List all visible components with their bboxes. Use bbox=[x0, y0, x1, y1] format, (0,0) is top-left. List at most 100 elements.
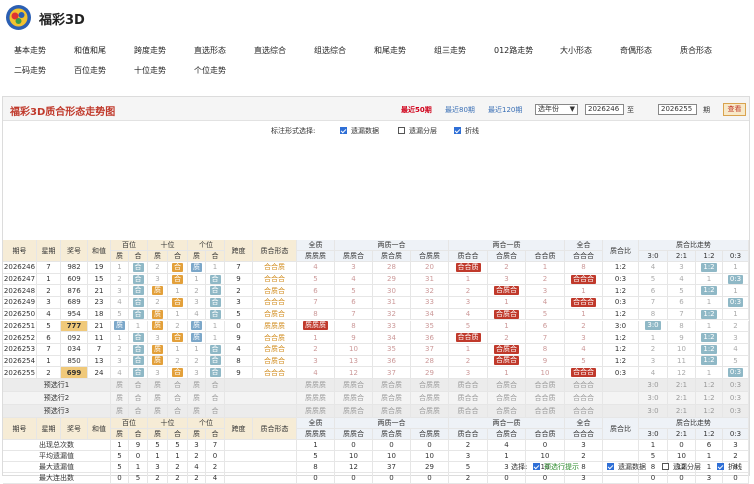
trend-miss-cell: 1 bbox=[696, 273, 723, 286]
trend-miss-cell: 1 bbox=[723, 262, 749, 274]
digit-hit-cell: 合 bbox=[206, 297, 225, 309]
col-shi: 十位 bbox=[148, 418, 188, 429]
col-ge: 个位 bbox=[188, 418, 225, 429]
ratio-cell: 3:0 bbox=[603, 320, 639, 333]
trend-hit-cell: 1:2 bbox=[696, 332, 723, 344]
col-ratio-r2: 2:1 bbox=[668, 429, 696, 440]
footer-line-checkbox[interactable] bbox=[717, 463, 724, 470]
nav-item-10[interactable]: 奇偶形态 bbox=[620, 45, 652, 56]
span-cell: 9 bbox=[225, 332, 253, 344]
digit-hit-cell: 质 bbox=[148, 355, 168, 368]
span-cell: 9 bbox=[225, 273, 253, 286]
forecast-cell: 质 bbox=[111, 392, 129, 405]
nav-item-11[interactable]: 质合形态 bbox=[680, 45, 712, 56]
digit-hit-cell: 合 bbox=[129, 273, 148, 286]
nav-item-12[interactable]: 二码走势 bbox=[14, 65, 46, 76]
trend-miss-cell: 8 bbox=[639, 308, 668, 321]
trend-miss-cell: 11 bbox=[668, 355, 696, 368]
footer-select-label: 选择: bbox=[511, 463, 528, 471]
nav-item-14[interactable]: 十位走势 bbox=[134, 65, 166, 76]
digit-hit-cell: 质 bbox=[188, 332, 206, 344]
form-hit-cell: 合质合 bbox=[488, 285, 526, 298]
col-two-zhi: 两质一合 bbox=[335, 418, 449, 429]
sum-cell: 21 bbox=[88, 285, 111, 298]
form-miss-cell: 3 bbox=[449, 297, 488, 309]
sum-cell: 13 bbox=[88, 355, 111, 368]
hit-badge: 合 bbox=[132, 297, 144, 307]
footer-layer-checkbox[interactable] bbox=[662, 463, 669, 470]
forecast-row-label: 预选行3 bbox=[3, 405, 111, 418]
week-cell: 7 bbox=[37, 262, 61, 274]
ratio-cell: 1:2 bbox=[603, 355, 639, 368]
trend-miss-cell: 4 bbox=[639, 367, 668, 379]
forecast-cell: 合 bbox=[129, 392, 148, 405]
col-issue: 期号 bbox=[3, 240, 37, 262]
issue-cell: 2026255 bbox=[3, 367, 37, 379]
form-miss-cell: 36 bbox=[411, 332, 449, 344]
trend-nav: 基本走势 和值和尾 跨度走势 直选形态 直选综合 组选综合 和尾走势 组三走势 012路走势 大小… bbox=[0, 42, 754, 76]
trend-miss-cell: 4 bbox=[723, 343, 749, 356]
nav-item-2[interactable]: 跨度走势 bbox=[134, 45, 166, 56]
issue-cell: 2026251 bbox=[3, 320, 37, 333]
nav-item-4[interactable]: 直选综合 bbox=[254, 45, 286, 56]
forecast-cell: 质 bbox=[148, 405, 168, 418]
nav-item-1[interactable]: 和值和尾 bbox=[74, 45, 106, 56]
trend-miss-cell: 3 bbox=[723, 332, 749, 344]
form-miss-cell: 7 bbox=[297, 297, 335, 309]
nav-item-0[interactable]: 基本走势 bbox=[14, 45, 46, 56]
nav-item-5[interactable]: 组选综合 bbox=[314, 45, 346, 56]
digit-miss-cell: 1 bbox=[168, 308, 188, 321]
form-miss-cell: 4 bbox=[449, 308, 488, 321]
digit-miss-cell: 1 bbox=[188, 343, 206, 356]
forecast-cell: 合 bbox=[168, 405, 188, 418]
col-zzh: 质质合 bbox=[335, 251, 373, 262]
col-hhz: 合合质 bbox=[526, 251, 565, 262]
hit-badge: 合 bbox=[172, 368, 183, 378]
hit-badge: 1:2 bbox=[701, 333, 717, 343]
col-zhi: 质 bbox=[188, 429, 206, 440]
col-ratio-r2: 2:1 bbox=[668, 251, 696, 262]
forecast-cell: 1:2 bbox=[696, 379, 723, 392]
trend-hit-cell: 0:3 bbox=[723, 273, 749, 286]
hit-badge: 合 bbox=[172, 333, 183, 343]
digit-miss-cell: 1 bbox=[206, 262, 225, 274]
col-zhi: 质 bbox=[111, 251, 129, 262]
digit-hit-cell: 质 bbox=[188, 320, 206, 333]
forecast-cell: 合 bbox=[206, 405, 225, 418]
form-miss-cell: 9 bbox=[526, 355, 565, 368]
nav-item-6[interactable]: 和尾走势 bbox=[374, 45, 406, 56]
digit-miss-cell: 2 bbox=[188, 285, 206, 298]
nav-item-7[interactable]: 组三走势 bbox=[434, 45, 466, 56]
hit-badge: 合 bbox=[172, 262, 183, 272]
forecast-cell: 合质合 bbox=[488, 379, 526, 392]
nav-item-8[interactable]: 012路走势 bbox=[494, 45, 533, 56]
form-miss-cell: 31 bbox=[411, 273, 449, 286]
trend-miss-cell: 8 bbox=[668, 320, 696, 333]
digit-miss-cell: 2 bbox=[111, 343, 129, 356]
form-miss-cell: 29 bbox=[373, 273, 411, 286]
col-he: 合 bbox=[129, 251, 148, 262]
issue-cell: 2026250 bbox=[3, 308, 37, 321]
form-hit-cell: 质质质 bbox=[297, 320, 335, 333]
ratio-cell: 1:2 bbox=[603, 308, 639, 321]
forecast-cell: 合 bbox=[129, 405, 148, 418]
hit-badge: 0:3 bbox=[727, 368, 744, 378]
form-miss-cell: 13 bbox=[335, 355, 373, 368]
forecast-checkbox[interactable] bbox=[533, 463, 540, 470]
nav-item-13[interactable]: 百位走势 bbox=[74, 65, 106, 76]
form-miss-cell: 7 bbox=[526, 332, 565, 344]
digit-hit-cell: 质 bbox=[148, 320, 168, 333]
nav-item-9[interactable]: 大小形态 bbox=[560, 45, 592, 56]
nav-item-3[interactable]: 直选形态 bbox=[194, 45, 226, 56]
stat-cell: 0 bbox=[373, 440, 411, 451]
hit-badge: 合 bbox=[132, 286, 144, 296]
forecast-cell: 质质质 bbox=[297, 405, 335, 418]
digit-hit-cell: 合 bbox=[206, 308, 225, 321]
sum-cell: 7 bbox=[88, 343, 111, 356]
nav-item-15[interactable]: 个位走势 bbox=[194, 65, 226, 76]
fucai-logo-icon bbox=[6, 5, 31, 30]
footer-missing-checkbox[interactable] bbox=[607, 463, 614, 470]
form-miss-cell: 10 bbox=[335, 343, 373, 356]
forecast-cell: 合 bbox=[129, 379, 148, 392]
hit-badge: 0:3 bbox=[727, 297, 744, 307]
